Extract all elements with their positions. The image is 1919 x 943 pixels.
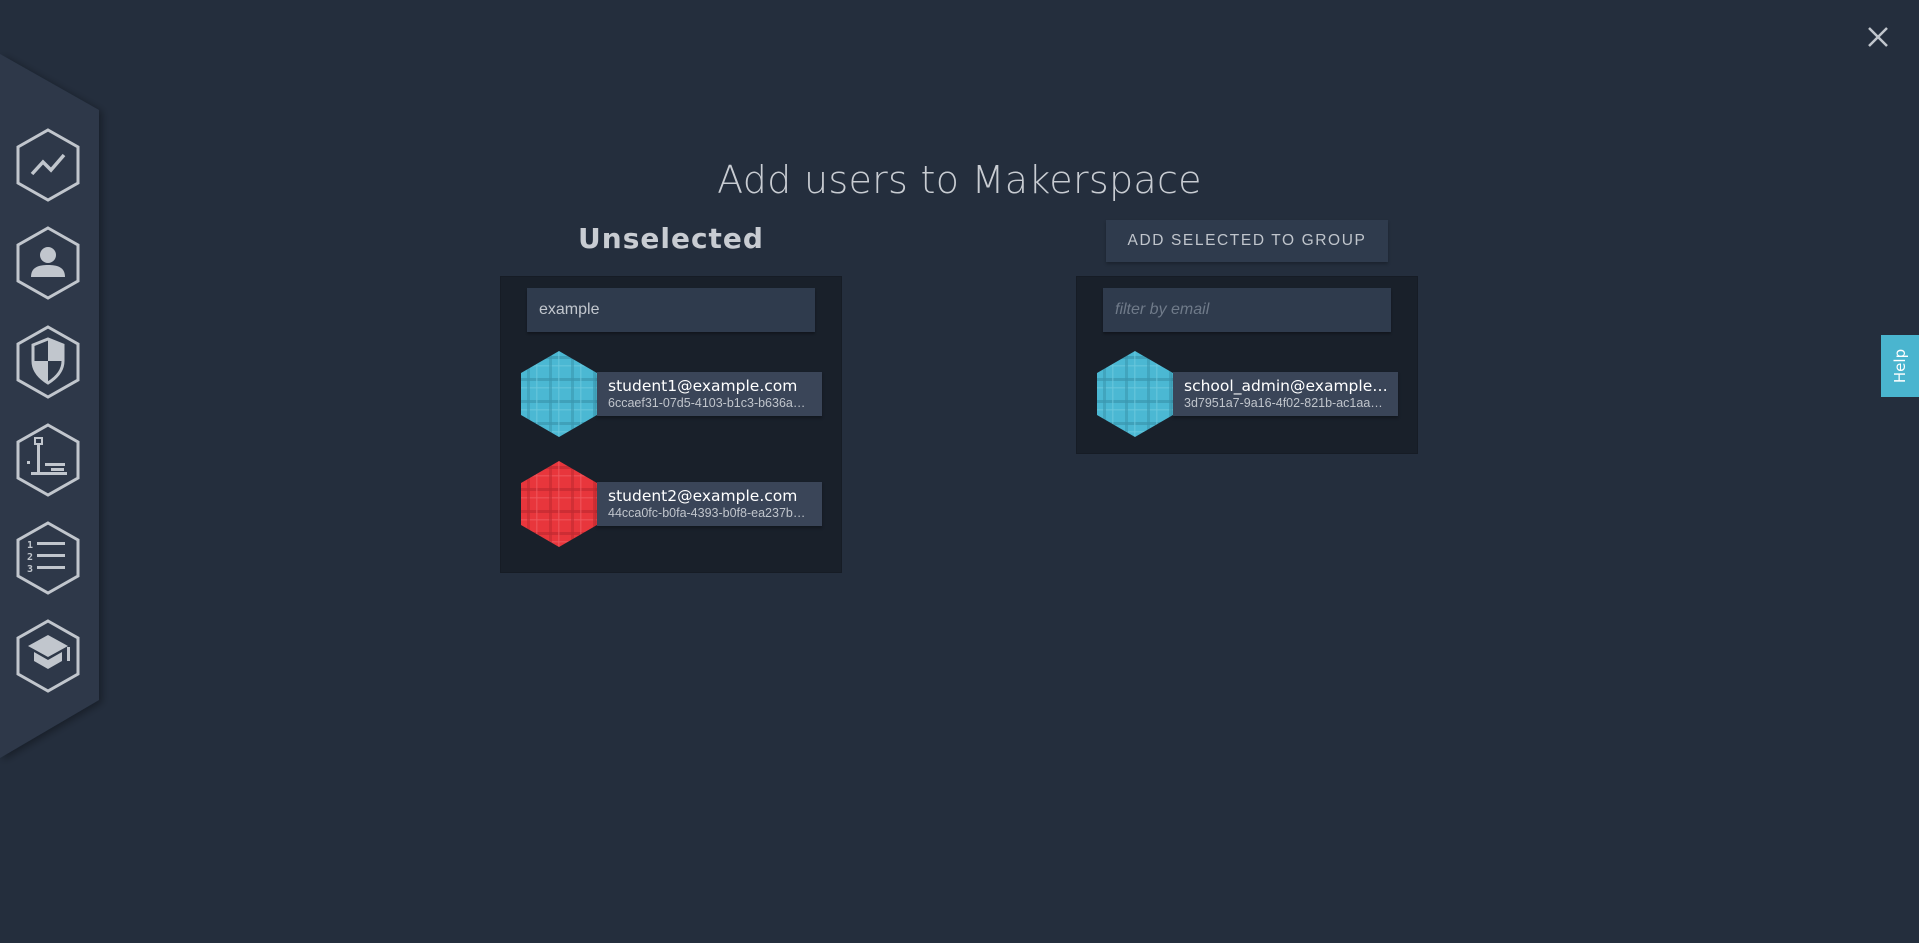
user-email: school_admin@example… [1184, 377, 1388, 395]
unselected-users-panel: student1@example.com 6ccaef31-07d5-4103-… [500, 276, 842, 573]
user-icon [16, 226, 80, 300]
sidebar-item-security[interactable] [15, 325, 81, 399]
svg-text:1: 1 [27, 540, 33, 551]
user-id: 6ccaef31-07d5-4103-b1c3-b636a… [608, 396, 806, 410]
user-card: school_admin@example… 3d7951a7-9a16-4f02… [1173, 372, 1398, 416]
user-id: 3d7951a7-9a16-4f02-821b-ac1aa… [1184, 396, 1383, 410]
graduation-cap-icon [16, 619, 80, 693]
user-id: 44cca0fc-b0fa-4393-b0f8-ea237b… [608, 506, 806, 520]
user-card: student2@example.com 44cca0fc-b0fa-4393-… [597, 482, 822, 526]
page-title: Add users to Makerspace [717, 158, 1202, 202]
shield-icon [16, 325, 80, 399]
numbered-list-icon: 1 2 3 [16, 521, 80, 595]
selected-users-panel: school_admin@example… 3d7951a7-9a16-4f02… [1076, 276, 1418, 454]
user-item[interactable]: student2@example.com 44cca0fc-b0fa-4393-… [521, 461, 831, 547]
user-email: student2@example.com [608, 487, 798, 505]
selected-filter-input[interactable] [1103, 288, 1391, 332]
unselected-heading: Unselected [578, 222, 764, 255]
svg-text:3: 3 [27, 564, 33, 575]
svg-text:2: 2 [27, 552, 33, 563]
sidebar-item-users[interactable] [15, 226, 81, 300]
help-tab[interactable]: Help [1881, 335, 1919, 397]
close-icon [1868, 27, 1888, 47]
avatar [521, 461, 597, 547]
close-button[interactable] [1863, 22, 1893, 52]
unselected-filter-input[interactable] [527, 288, 815, 332]
user-email: student1@example.com [608, 377, 798, 395]
sidebar: 1 2 3 [0, 0, 110, 800]
add-selected-to-group-button[interactable]: ADD SELECTED TO GROUP [1106, 220, 1388, 262]
help-label: Help [1890, 348, 1909, 384]
user-item[interactable]: student1@example.com 6ccaef31-07d5-4103-… [521, 351, 831, 437]
user-item[interactable]: school_admin@example… 3d7951a7-9a16-4f02… [1097, 351, 1407, 437]
avatar [521, 351, 597, 437]
sidebar-item-training[interactable] [15, 619, 81, 693]
sidebar-item-equipment[interactable] [15, 423, 81, 497]
user-card: student1@example.com 6ccaef31-07d5-4103-… [597, 372, 822, 416]
avatar [1097, 351, 1173, 437]
sidebar-item-lists[interactable]: 1 2 3 [15, 521, 81, 595]
machine-icon [16, 423, 80, 497]
